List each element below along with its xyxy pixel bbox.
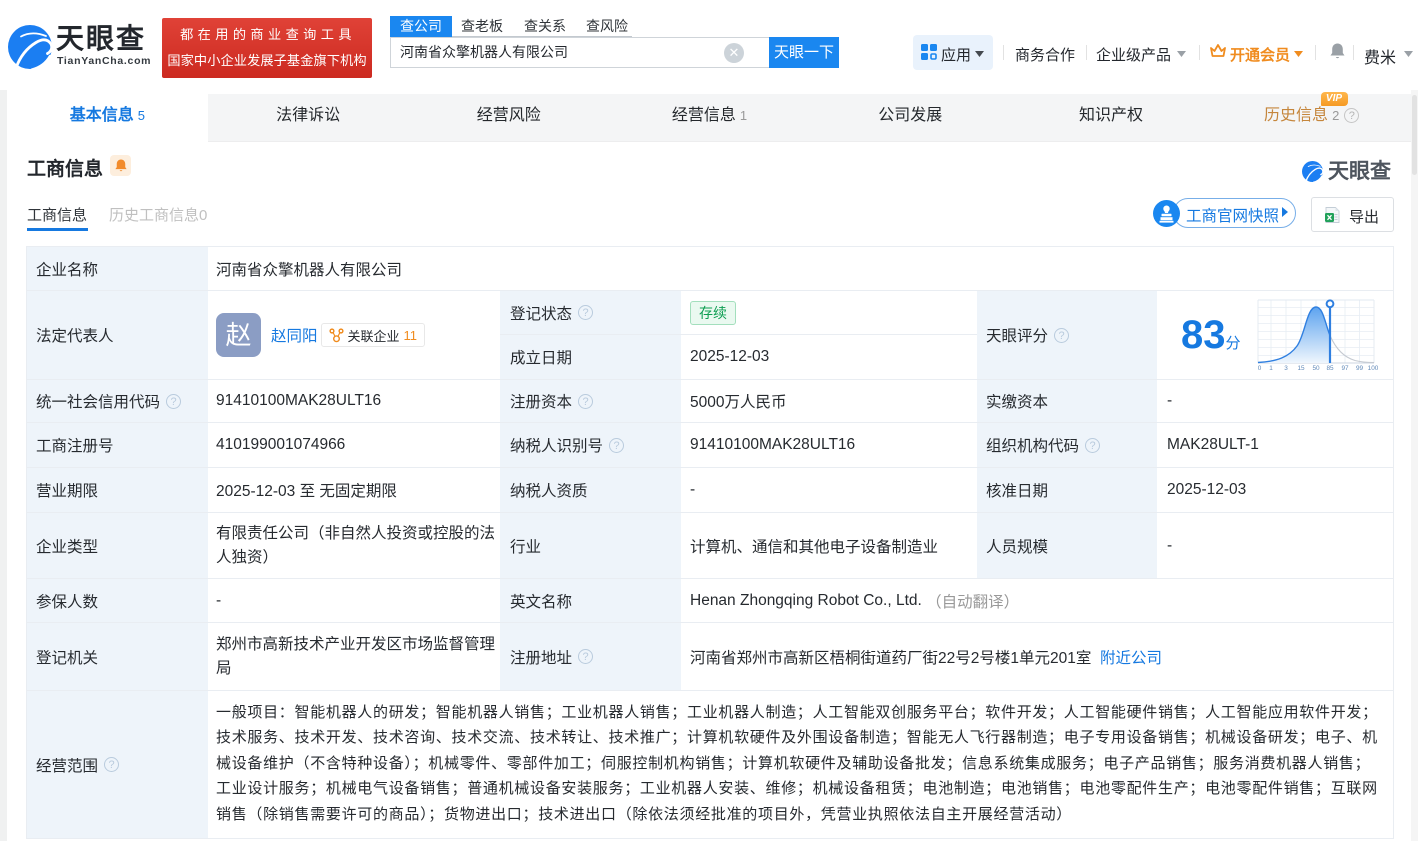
svg-text:1: 1 [1269, 365, 1273, 371]
svg-text:100: 100 [1367, 365, 1377, 371]
svg-text:85: 85 [1326, 365, 1334, 371]
svg-text:99: 99 [1355, 365, 1363, 371]
svg-text:15: 15 [1297, 365, 1305, 371]
svg-text:50: 50 [1312, 365, 1320, 371]
svg-text:97: 97 [1341, 365, 1349, 371]
svg-text:3: 3 [1284, 365, 1288, 371]
svg-text:0: 0 [1257, 365, 1261, 371]
